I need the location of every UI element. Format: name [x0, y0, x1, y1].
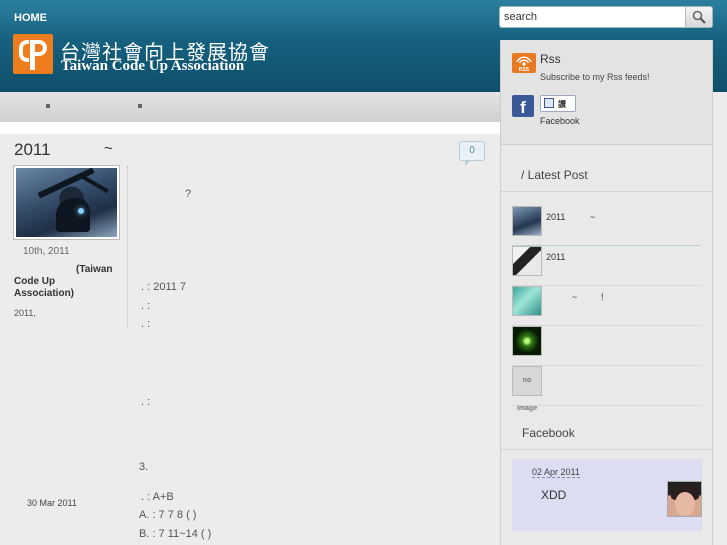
latest-post-item[interactable]: 2011 [512, 246, 701, 286]
post-body-line: B. : 7 11~14 ( ) [139, 528, 212, 540]
post-body-line: . : [141, 396, 151, 408]
facebook-icon[interactable]: f [512, 95, 534, 117]
rss-title[interactable]: Rss [540, 52, 561, 66]
rss-icon-label: RSS [518, 67, 530, 73]
post-body-line: . : [141, 300, 151, 312]
subscribe-widget: RSS Rss Subscribe to my Rss feeds! f 讚 F… [501, 40, 712, 145]
nav-item-1[interactable] [46, 104, 50, 108]
meta-divider [127, 166, 128, 328]
latest-post-item[interactable]: no image [512, 366, 701, 412]
nav-home-link[interactable]: HOME [14, 12, 47, 24]
latest-post-thumbnail[interactable] [512, 286, 542, 316]
section-divider [501, 191, 712, 192]
post-author[interactable]: Code Up Association) [14, 276, 74, 300]
search-button[interactable] [685, 7, 712, 27]
latest-post-title-suffix: ~ [590, 212, 596, 222]
latest-post-thumbnail[interactable] [512, 246, 542, 276]
avatar[interactable] [667, 481, 702, 517]
section-divider [501, 449, 712, 450]
logo-icon[interactable] [13, 34, 53, 74]
post-body-line: ? [185, 188, 192, 200]
post-author-line3: Association) [14, 288, 75, 299]
post-body-line: . : A+B [141, 491, 174, 503]
latest-post-title-suffix: ! [601, 292, 604, 302]
post-body-line: . : 2011 7 [141, 281, 187, 293]
latest-post-item[interactable]: ~ ! [512, 286, 701, 326]
like-thumb-icon [544, 98, 554, 108]
latest-post-thumbnail[interactable] [512, 326, 542, 356]
rss-icon[interactable]: RSS [512, 53, 536, 73]
sidebar: RSS Rss Subscribe to my Rss feeds! f 讚 F… [500, 40, 713, 545]
facebook-post-text: XDD [541, 488, 567, 502]
post-body-line: 3. [139, 461, 149, 473]
rss-description: Subscribe to my Rss feeds! [540, 72, 650, 82]
search-box [499, 6, 713, 28]
logo-title-english[interactable]: Taiwan Code Up Association [61, 58, 244, 75]
latest-post-title[interactable]: 2011 [546, 212, 565, 222]
search-input[interactable] [504, 9, 684, 25]
latest-post-item[interactable] [512, 326, 701, 366]
post-thumbnail[interactable] [14, 166, 119, 239]
post-date: 10th, 2011 [23, 246, 70, 257]
facebook-post[interactable]: 02 Apr 2011 XDD [512, 459, 702, 531]
post-body-line: A. : 7 7 8 ( ) [139, 509, 197, 521]
post-category[interactable]: 2011, [14, 308, 36, 318]
search-icon [692, 10, 706, 24]
latest-post-thumbnail[interactable] [512, 206, 542, 236]
no-image-thumbnail[interactable]: no image [512, 366, 542, 412]
main-nav-bar [0, 92, 500, 122]
latest-post-heading: / Latest Post [521, 168, 588, 182]
facebook-post-date[interactable]: 02 Apr 2011 [532, 467, 580, 478]
facebook-heading: Facebook [522, 426, 575, 440]
comment-count-badge[interactable]: 0 [459, 141, 485, 166]
post-body-line: . : [141, 318, 151, 330]
facebook-label[interactable]: Facebook [540, 116, 580, 126]
post-title[interactable]: 2011 [14, 140, 51, 160]
post-author-line1: (Taiwan [76, 264, 113, 275]
latest-post-title[interactable]: ~ [572, 292, 577, 302]
facebook-like-button[interactable]: 讚 [540, 95, 576, 112]
post-author-line2: Code Up [14, 276, 56, 287]
like-label: 讚 [558, 100, 566, 109]
nav-item-2[interactable] [138, 104, 142, 108]
latest-post-item[interactable]: 2011 ~ [512, 206, 701, 246]
latest-post-title[interactable]: 2011 [546, 252, 565, 262]
facebook-post-date[interactable]: 30 Mar 2011 [27, 498, 77, 508]
post-title-tilde: ~ [104, 140, 113, 157]
nav-divider [0, 122, 500, 134]
